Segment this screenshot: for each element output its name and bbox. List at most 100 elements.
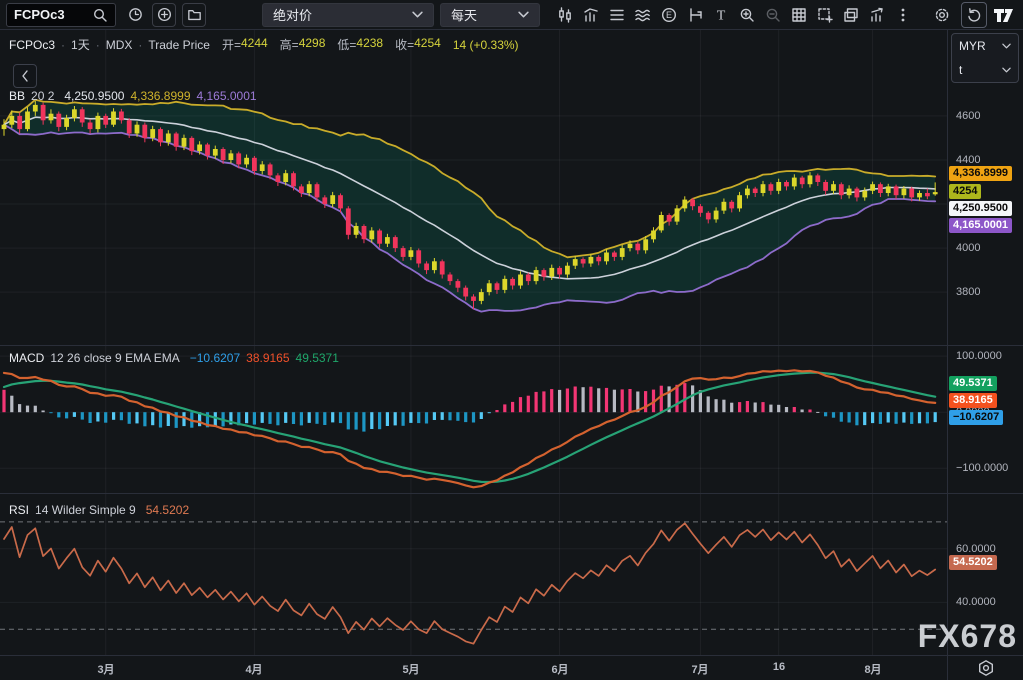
price-pane: FCPOc3 · 1天 · MDX · Trade Price 开=4244 高… — [0, 30, 1023, 345]
tradingview-logo-icon — [993, 7, 1015, 23]
low-value: 4238 — [356, 36, 383, 53]
time-label: 3月 — [76, 661, 136, 677]
price-axis[interactable]: MYR t 46004400400038004,336.899942544,25… — [947, 30, 1023, 345]
waves-icon — [634, 6, 652, 24]
settings-button[interactable] — [929, 2, 955, 28]
zoom-in-icon — [738, 6, 756, 24]
select-area-icon — [816, 6, 834, 24]
select-region-button[interactable] — [812, 2, 838, 28]
time-axis[interactable]: 3月4月5月6月7月168月 — [0, 656, 947, 680]
svg-text:E: E — [666, 10, 672, 20]
bb-basis-value: 4,250.9500 — [64, 89, 124, 103]
measure-icon — [686, 6, 704, 24]
rsi-value: 54.5202 — [146, 503, 189, 517]
axis-label: 4600 — [956, 109, 980, 123]
table-grid-icon — [790, 6, 808, 24]
undo-button[interactable] — [961, 2, 987, 28]
legend-symbol[interactable]: FCPOc3 — [9, 38, 55, 52]
bar-chart-icon — [582, 6, 600, 24]
indicators-button[interactable] — [630, 2, 656, 28]
search-icon — [92, 7, 108, 23]
chevron-down-icon — [412, 11, 423, 18]
axis-label: 4400 — [956, 153, 980, 167]
windows-icon — [842, 6, 860, 24]
bb-legend[interactable]: BB 20 2 4,250.9500 4,336.8999 4,165.0001 — [9, 89, 257, 103]
price-badge: 4,336.8999 — [949, 166, 1012, 181]
axis-label: 100.0000 — [956, 349, 1002, 363]
macd-pane: MACD 12 26 close 9 EMA EMA −10.6207 38.9… — [0, 346, 1023, 493]
price-chart-area[interactable]: FCPOc3 · 1天 · MDX · Trade Price 开=4244 高… — [0, 30, 947, 345]
watermark: FX678 — [918, 618, 1017, 655]
interval-select[interactable]: 每天 — [440, 3, 540, 27]
axis-label: −100.0000 — [956, 461, 1008, 475]
symbol-legend: FCPOc3 · 1天 · MDX · Trade Price 开=4244 高… — [9, 36, 519, 53]
axis-label: 4000 — [956, 241, 980, 255]
svg-text:T: T — [717, 8, 726, 23]
price-badge: 49.5371 — [949, 376, 997, 391]
price-chart-canvas[interactable] — [0, 30, 947, 345]
chart-style-button[interactable] — [552, 2, 578, 28]
price-mode-value: 绝对价 — [273, 5, 312, 24]
stats-button[interactable] — [864, 2, 890, 28]
chevron-down-icon — [1002, 67, 1011, 73]
layers-button[interactable] — [604, 2, 630, 28]
text-tool-button[interactable]: T — [708, 2, 734, 28]
bb-lower-value: 4,165.0001 — [197, 89, 257, 103]
folder-button[interactable] — [182, 3, 206, 27]
time-label: 16 — [749, 661, 809, 673]
trading-chart-app: FCPOc3 绝对价 每天 — [0, 0, 1023, 680]
legend-exchange: MDX — [106, 38, 133, 52]
rsi-chart-canvas[interactable] — [0, 494, 947, 655]
bb-upper-value: 4,336.8999 — [130, 89, 190, 103]
more-options-button[interactable] — [890, 2, 916, 28]
time-label: 6月 — [530, 661, 590, 677]
layout-button[interactable] — [838, 2, 864, 28]
high-value: 4298 — [299, 36, 326, 53]
macd-chart-area[interactable]: MACD 12 26 close 9 EMA EMA −10.6207 38.9… — [0, 346, 947, 493]
currency-select[interactable]: MYR — [952, 34, 1018, 58]
zoom-out-button[interactable] — [760, 2, 786, 28]
forecast-button[interactable] — [682, 2, 708, 28]
layers-icon — [608, 6, 626, 24]
collapse-legend-button[interactable] — [13, 64, 37, 88]
mini-chart-button[interactable] — [578, 2, 604, 28]
change-value: 14 (+0.33%) — [453, 38, 519, 52]
interval-value: 每天 — [451, 5, 477, 24]
macd-chart-canvas[interactable] — [0, 346, 947, 493]
symbol-text: FCPOc3 — [14, 7, 65, 22]
kebab-menu-icon — [894, 6, 912, 24]
chevron-down-icon — [1002, 43, 1011, 49]
price-mode-select[interactable]: 绝对价 — [262, 3, 434, 27]
price-badge: 4,165.0001 — [949, 218, 1012, 233]
axis-label: 60.0000 — [956, 542, 996, 556]
rsi-legend[interactable]: RSI 14 Wilder Simple 9 54.5202 — [9, 503, 189, 517]
legend-series-type: Trade Price — [148, 38, 210, 52]
unit-select[interactable]: t — [952, 58, 1018, 82]
time-axis-corner[interactable] — [947, 656, 1023, 680]
candlestick-icon — [556, 6, 574, 24]
tradingview-logo[interactable] — [991, 2, 1017, 28]
macd-axis[interactable]: 100.00000.0000−100.000049.537138.9165−10… — [947, 346, 1023, 493]
grid-button[interactable] — [786, 2, 812, 28]
chevron-left-icon — [21, 70, 29, 82]
clock-button[interactable] — [122, 2, 148, 28]
price-badge: 38.9165 — [949, 393, 997, 408]
price-badge: 4254 — [949, 184, 981, 199]
clock-icon — [127, 6, 144, 23]
macd-legend[interactable]: MACD 12 26 close 9 EMA EMA −10.6207 38.9… — [9, 351, 339, 365]
zoom-in-button[interactable] — [734, 2, 760, 28]
gear-icon — [933, 6, 951, 24]
rsi-chart-area[interactable]: RSI 14 Wilder Simple 9 54.5202 — [0, 494, 947, 655]
events-button[interactable]: E — [656, 2, 682, 28]
time-axis-row: 3月4月5月6月7月168月 — [0, 655, 1023, 680]
symbol-search[interactable]: FCPOc3 — [6, 3, 116, 27]
close-value: 4254 — [414, 36, 441, 53]
add-symbol-button[interactable] — [152, 3, 176, 27]
stats-chart-icon — [868, 6, 886, 24]
time-label: 4月 — [224, 661, 284, 677]
macd-hist-value: −10.6207 — [190, 351, 240, 365]
price-badge: −10.6207 — [949, 410, 1003, 425]
time-label: 5月 — [381, 661, 441, 677]
economy-icon: E — [660, 6, 678, 24]
legend-interval[interactable]: 1天 — [71, 36, 90, 53]
